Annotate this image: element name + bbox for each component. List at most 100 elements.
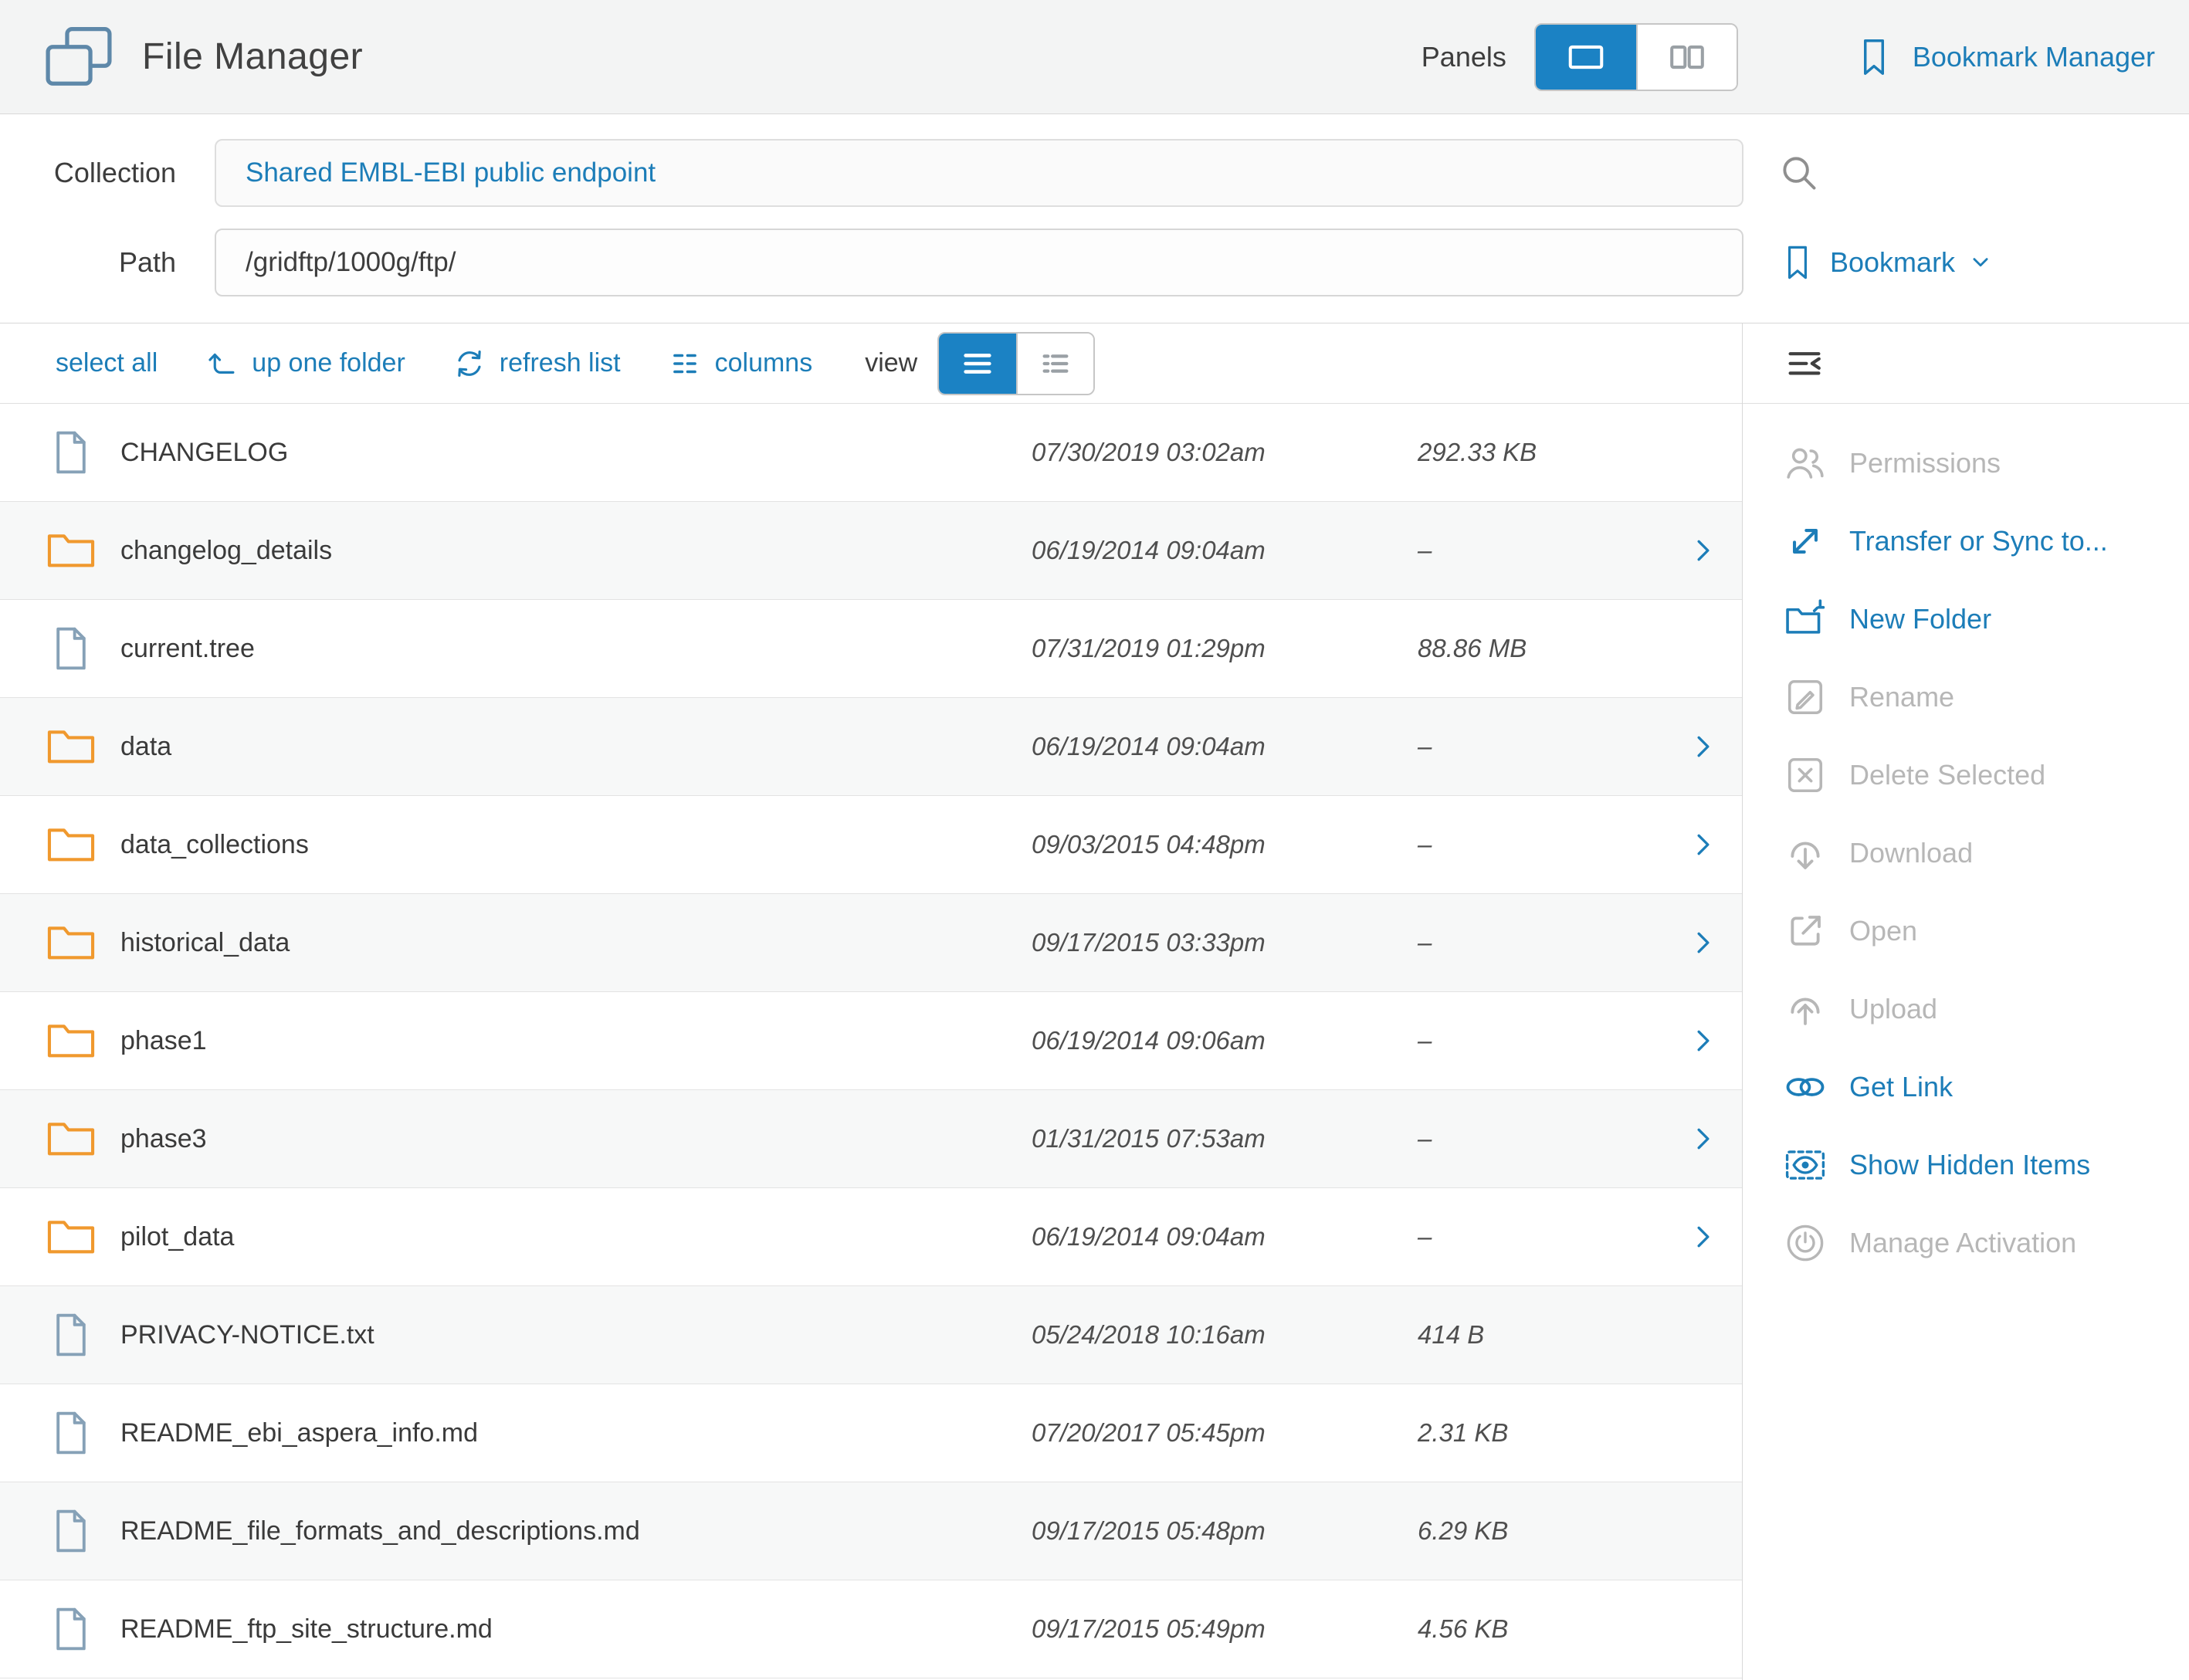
file-row[interactable]: CHANGELOG 07/30/2019 03:02am 292.33 KB: [0, 404, 1742, 502]
action-delete: Delete Selected: [1784, 736, 2189, 814]
action-power: Manage Activation: [1784, 1204, 2189, 1282]
open-icon: [1784, 910, 1826, 952]
file-name: historical_data: [120, 928, 1032, 958]
panels-label: Panels: [1421, 41, 1506, 73]
columns-icon: [669, 347, 701, 380]
view-toggle: [937, 332, 1095, 395]
file-name: changelog_details: [120, 536, 1032, 566]
file-row[interactable]: current.tree 07/31/2019 01:29pm 88.86 MB: [0, 600, 1742, 698]
file-name: phase3: [120, 1124, 1032, 1154]
file-row[interactable]: historical_data 09/17/2015 03:33pm –: [0, 894, 1742, 992]
chevron-right-icon[interactable]: [1665, 1516, 1742, 1546]
dual-panel-button[interactable]: [1636, 25, 1737, 90]
file-row[interactable]: pilot_data 06/19/2014 09:04am –: [0, 1188, 1742, 1286]
path-row: Path Bookmark: [22, 229, 2189, 296]
collapse-panel-icon[interactable]: [1786, 345, 1823, 382]
file-list-toolbar: select all up one folder refresh list co…: [0, 323, 1742, 404]
file-size: –: [1418, 1026, 1665, 1055]
file-type-icon-cell: [43, 1211, 99, 1262]
columns-button[interactable]: columns: [669, 347, 813, 380]
chevron-right-icon[interactable]: [1665, 535, 1742, 566]
chevron-right-icon[interactable]: [1665, 927, 1742, 958]
chevron-right-icon[interactable]: [1665, 829, 1742, 860]
file-row[interactable]: README_ftp_site_structure.md 09/17/2015 …: [0, 1580, 1742, 1678]
detail-view-icon: [1038, 346, 1073, 381]
search-icon[interactable]: [1779, 153, 1819, 193]
action-link[interactable]: Get Link: [1784, 1048, 2189, 1126]
dual-panel-icon: [1663, 36, 1711, 78]
folder-icon: [46, 1211, 97, 1262]
chevron-right-icon[interactable]: [1665, 1123, 1742, 1154]
upload-icon: [1784, 988, 1826, 1030]
file-date: 07/31/2019 01:29pm: [1032, 634, 1418, 663]
file-type-icon-cell: [43, 1507, 99, 1555]
file-type-icon-cell: [43, 1113, 99, 1164]
file-row[interactable]: README_file_formats_and_descriptions.md …: [0, 1482, 1742, 1580]
chevron-right-icon[interactable]: [1665, 1418, 1742, 1448]
chevron-right-icon[interactable]: [1665, 1221, 1742, 1252]
action-new-folder[interactable]: New Folder: [1784, 580, 2189, 658]
bookmark-manager-label: Bookmark Manager: [1913, 41, 2155, 73]
file-name: phase1: [120, 1026, 1032, 1056]
bookmark-icon: [1854, 36, 1894, 79]
file-row[interactable]: PRIVACY-NOTICE.txt 05/24/2018 10:16am 41…: [0, 1286, 1742, 1384]
path-input[interactable]: [215, 229, 1743, 296]
single-panel-icon: [1562, 36, 1610, 78]
collection-row: Collection: [22, 139, 2189, 207]
action-permissions: Permissions: [1784, 424, 2189, 502]
refresh-icon: [453, 347, 486, 380]
chevron-right-icon[interactable]: [1665, 731, 1742, 762]
file-row[interactable]: README_ebi_aspera_info.md 07/20/2017 05:…: [0, 1384, 1742, 1482]
file-row[interactable]: phase1 06/19/2014 09:06am –: [0, 992, 1742, 1090]
file-row[interactable]: phase3 01/31/2015 07:53am –: [0, 1090, 1742, 1188]
file-list-pane: select all up one folder refresh list co…: [0, 323, 1742, 1680]
folder-icon: [46, 917, 97, 968]
up-one-folder-button[interactable]: up one folder: [205, 347, 405, 380]
columns-label: columns: [715, 348, 813, 378]
file-type-icon-cell: [43, 1311, 99, 1359]
file-row[interactable]: data 06/19/2014 09:04am –: [0, 698, 1742, 796]
select-all-button[interactable]: select all: [56, 348, 158, 378]
folder-icon: [46, 819, 97, 870]
file-type-icon-cell: [43, 917, 99, 968]
list-view-button[interactable]: [939, 334, 1016, 394]
file-row[interactable]: changelog_details 06/19/2014 09:04am –: [0, 502, 1742, 600]
chevron-right-icon[interactable]: [1665, 633, 1742, 664]
folder-icon: [46, 1015, 97, 1066]
bookmark-manager-link[interactable]: Bookmark Manager: [1854, 36, 2155, 79]
chevron-right-icon[interactable]: [1665, 1319, 1742, 1350]
endpoint-fields: Collection Path Bookmark: [0, 114, 2189, 323]
collection-input[interactable]: [215, 139, 1743, 207]
file-name: README_ftp_site_structure.md: [120, 1614, 1032, 1644]
action-transfer[interactable]: Transfer or Sync to...: [1784, 502, 2189, 580]
delete-icon: [1784, 754, 1826, 796]
file-type-icon-cell: [43, 428, 99, 476]
bookmark-dropdown[interactable]: Bookmark: [1779, 244, 1992, 281]
file-name: pilot_data: [120, 1222, 1032, 1252]
file-name: data: [120, 732, 1032, 762]
action-eye[interactable]: Show Hidden Items: [1784, 1126, 2189, 1204]
single-panel-button[interactable]: [1536, 25, 1636, 90]
file-date: 07/20/2017 05:45pm: [1032, 1418, 1418, 1448]
new-folder-icon: [1784, 598, 1826, 640]
detail-view-button[interactable]: [1016, 334, 1093, 394]
action-rename: Rename: [1784, 658, 2189, 736]
chevron-right-icon[interactable]: [1665, 1025, 1742, 1056]
refresh-list-button[interactable]: refresh list: [453, 347, 621, 380]
chevron-right-icon[interactable]: [1665, 1614, 1742, 1644]
file-date: 09/17/2015 05:48pm: [1032, 1516, 1418, 1546]
file-size: 292.33 KB: [1418, 438, 1665, 467]
action-menu: Permissions Transfer or Sync to... New F…: [1743, 404, 2189, 1282]
file-size: 2.31 KB: [1418, 1418, 1665, 1448]
download-icon: [1784, 832, 1826, 874]
file-size: 88.86 MB: [1418, 634, 1665, 663]
action-upload: Upload: [1784, 970, 2189, 1048]
file-date: 06/19/2014 09:04am: [1032, 732, 1418, 761]
file-icon: [47, 1605, 95, 1653]
link-icon: [1784, 1066, 1826, 1108]
chevron-down-icon: [1969, 251, 1992, 274]
chevron-right-icon[interactable]: [1665, 437, 1742, 468]
file-name: data_collections: [120, 830, 1032, 860]
file-row[interactable]: data_collections 09/03/2015 04:48pm –: [0, 796, 1742, 894]
workspace: select all up one folder refresh list co…: [0, 323, 2189, 1680]
